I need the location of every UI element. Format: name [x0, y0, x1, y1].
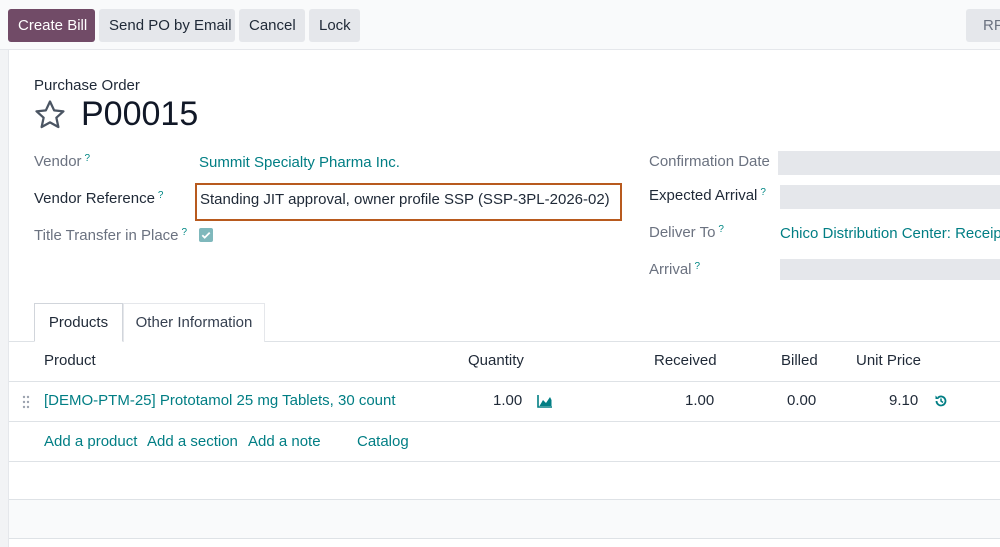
- column-header-unit-price[interactable]: Unit Price: [856, 352, 921, 369]
- help-tooltip-icon[interactable]: ?: [760, 187, 766, 198]
- help-tooltip-icon[interactable]: ?: [182, 227, 188, 238]
- record-type-label: Purchase Order: [34, 77, 140, 94]
- title-transfer-label: Title Transfer in Place?: [34, 227, 188, 244]
- check-icon: [201, 231, 211, 239]
- confirmation-date-label: Confirmation Date: [649, 153, 770, 170]
- vendor-reference-label: Vendor Reference?: [34, 190, 164, 207]
- lock-button[interactable]: Lock: [309, 9, 360, 42]
- tab-products[interactable]: Products: [34, 303, 123, 342]
- vendor-reference-value: Standing JIT approval, owner profile SSP…: [200, 191, 610, 208]
- cancel-button[interactable]: Cancel: [239, 9, 305, 42]
- deliver-to-field[interactable]: Chico Distribution Center: Receipts: [780, 225, 1000, 242]
- row-billed: 0.00: [787, 392, 817, 409]
- column-header-product[interactable]: Product: [44, 352, 96, 369]
- catalog-link[interactable]: Catalog: [357, 433, 409, 450]
- arrival-label: Arrival?: [649, 261, 701, 278]
- favorite-star-icon[interactable]: [33, 98, 67, 132]
- arrival-field[interactable]: [780, 259, 1000, 280]
- help-tooltip-icon[interactable]: ?: [85, 153, 91, 164]
- row-product[interactable]: [DEMO-PTM-25] Prototamol 25 mg Tablets, …: [44, 392, 396, 409]
- help-tooltip-icon[interactable]: ?: [158, 190, 164, 201]
- title-transfer-checkbox[interactable]: [199, 228, 213, 242]
- column-header-received[interactable]: Received: [654, 352, 717, 369]
- send-po-email-button[interactable]: Send PO by Email: [99, 9, 235, 42]
- forecast-chart-icon[interactable]: [537, 394, 553, 408]
- help-tooltip-icon[interactable]: ?: [718, 224, 724, 235]
- expected-arrival-label: Expected Arrival?: [649, 187, 766, 204]
- column-header-quantity[interactable]: Quantity: [468, 352, 524, 369]
- table-row[interactable]: [DEMO-PTM-25] Prototamol 25 mg Tablets, …: [9, 382, 1000, 421]
- tab-other-information[interactable]: Other Information: [123, 303, 265, 342]
- row-received: 1.00: [685, 392, 715, 409]
- vendor-label: Vendor?: [34, 153, 91, 170]
- record-name: P00015: [81, 95, 199, 133]
- rfq-status-button[interactable]: RF: [966, 9, 1000, 42]
- add-section-link[interactable]: Add a section: [147, 433, 238, 450]
- table-header: Product Quantity Received Billed Unit Pr…: [9, 342, 1000, 381]
- deliver-to-label: Deliver To?: [649, 224, 724, 241]
- divider: [9, 538, 1000, 539]
- confirmation-date-field[interactable]: [778, 151, 1000, 175]
- row-quantity[interactable]: 1.00: [493, 392, 522, 409]
- form-sheet: Purchase Order P00015 Vendor? Summit Spe…: [8, 50, 1000, 547]
- control-panel: Create Bill Send PO by Email Cancel Lock…: [0, 0, 1000, 50]
- column-header-billed[interactable]: Billed: [781, 352, 818, 369]
- expected-arrival-field[interactable]: [780, 185, 1000, 209]
- price-history-icon[interactable]: [934, 394, 948, 408]
- drag-handle-icon[interactable]: [22, 395, 30, 409]
- create-bill-button[interactable]: Create Bill: [8, 9, 95, 42]
- vendor-reference-field[interactable]: Standing JIT approval, owner profile SSP…: [195, 183, 622, 221]
- divider: [9, 421, 1000, 422]
- divider: [9, 461, 1000, 462]
- row-unit-price[interactable]: 9.10: [889, 392, 918, 409]
- vendor-field[interactable]: Summit Specialty Pharma Inc.: [199, 154, 400, 171]
- help-tooltip-icon[interactable]: ?: [695, 261, 701, 272]
- add-product-link[interactable]: Add a product: [44, 433, 137, 450]
- add-note-link[interactable]: Add a note: [248, 433, 321, 450]
- empty-row: [9, 500, 1000, 538]
